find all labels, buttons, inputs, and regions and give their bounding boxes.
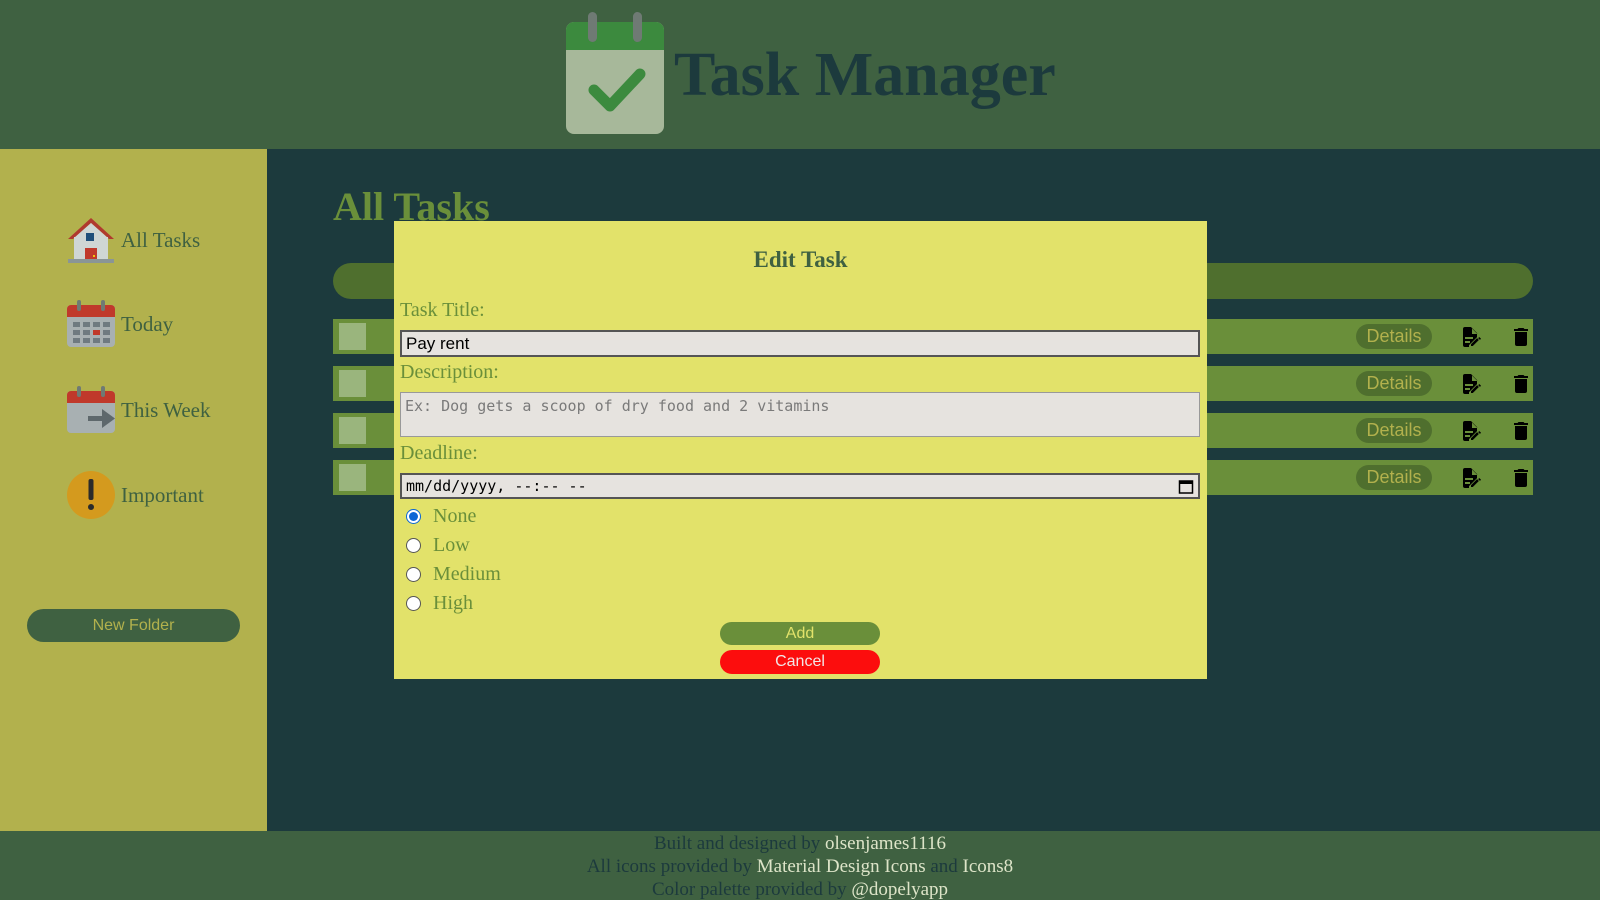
- details-button[interactable]: Details: [1356, 371, 1432, 396]
- priority-option-none[interactable]: None: [406, 503, 476, 529]
- sidebar-item-today[interactable]: Today: [66, 299, 173, 349]
- new-folder-button[interactable]: New Folder: [27, 609, 240, 642]
- details-button[interactable]: Details: [1356, 465, 1432, 490]
- sidebar-item-label: Today: [121, 311, 174, 336]
- footer: Built and designed by olsenjames1116 All…: [0, 831, 1600, 900]
- palette-link[interactable]: @dopelyapp: [851, 879, 948, 900]
- radio-label: None: [433, 504, 477, 527]
- modal-title: Edit Task: [753, 247, 848, 272]
- radio-button[interactable]: [406, 566, 421, 582]
- calendar-arrow-icon: [67, 386, 115, 433]
- author-link[interactable]: olsenjames1116: [825, 833, 946, 854]
- footer-text: Color palette provided by: [651, 879, 852, 900]
- deadline-placeholder: mm/dd/yyyy, --:-- --: [406, 477, 587, 495]
- edit-icon[interactable]: [1459, 466, 1483, 490]
- footer-credit-line: Built and designed by olsenjames1116: [0, 832, 1600, 855]
- radio-label: Medium: [433, 562, 501, 585]
- calendar-picker-icon[interactable]: [1178, 478, 1194, 494]
- footer-icons-line: All icons provided by Material Design Ic…: [0, 855, 1600, 878]
- sidebar-item-label: This Week: [121, 397, 211, 422]
- radio-button[interactable]: [406, 508, 421, 524]
- footer-text: Built and designed by: [654, 833, 825, 854]
- add-button[interactable]: Add: [720, 622, 880, 645]
- sidebar-item-important[interactable]: Important: [66, 470, 204, 520]
- task-title-label: Task Title:: [400, 299, 485, 321]
- calendar-check-icon: [566, 12, 664, 134]
- radio-button[interactable]: [406, 595, 421, 611]
- radio-label: Low: [433, 533, 470, 556]
- trash-icon[interactable]: [1509, 466, 1533, 490]
- radio-button[interactable]: [406, 537, 421, 553]
- task-title-input[interactable]: Pay rent: [400, 330, 1200, 357]
- sidebar: All Tasks Today This Week Important New …: [0, 149, 267, 831]
- details-button[interactable]: Details: [1356, 324, 1432, 349]
- calendar-today-icon: [67, 300, 115, 347]
- edit-icon[interactable]: [1459, 419, 1483, 443]
- sidebar-item-label: Important: [121, 482, 204, 507]
- description-label: Description:: [400, 361, 499, 383]
- footer-text: and: [925, 856, 963, 877]
- task-checkbox[interactable]: [339, 370, 366, 397]
- deadline-label: Deadline:: [400, 442, 478, 464]
- footer-text: All icons provided by: [586, 856, 757, 877]
- priority-option-high[interactable]: High: [406, 590, 473, 616]
- radio-label: High: [433, 591, 473, 614]
- cancel-button[interactable]: Cancel: [720, 650, 880, 674]
- trash-icon[interactable]: [1509, 419, 1533, 443]
- trash-icon[interactable]: [1509, 325, 1533, 349]
- exclamation-icon: [67, 471, 115, 519]
- task-checkbox[interactable]: [339, 464, 366, 491]
- edit-icon[interactable]: [1459, 325, 1483, 349]
- footer-palette-line: Color palette provided by @dopelyapp: [0, 878, 1600, 900]
- deadline-input[interactable]: mm/dd/yyyy, --:-- --: [400, 473, 1200, 499]
- trash-icon[interactable]: [1509, 372, 1533, 396]
- details-button[interactable]: Details: [1356, 418, 1432, 443]
- app-title: Task Manager: [674, 41, 1056, 109]
- priority-option-low[interactable]: Low: [406, 532, 470, 558]
- house-icon: [68, 218, 114, 263]
- task-checkbox[interactable]: [339, 323, 366, 350]
- material-icons-link[interactable]: Material Design Icons: [757, 856, 926, 877]
- edit-task-modal: Edit Task Task Title: Pay rent Descripti…: [394, 221, 1207, 679]
- priority-option-medium[interactable]: Medium: [406, 561, 501, 587]
- task-checkbox[interactable]: [339, 417, 366, 444]
- app-header: Task Manager: [0, 0, 1600, 149]
- edit-icon[interactable]: [1459, 372, 1483, 396]
- description-textarea[interactable]: Ex: Dog gets a scoop of dry food and 2 v…: [400, 392, 1200, 437]
- icons8-link[interactable]: Icons8: [963, 856, 1014, 877]
- sidebar-item-label: All Tasks: [121, 227, 201, 252]
- sidebar-item-this-week[interactable]: This Week: [66, 385, 211, 435]
- sidebar-item-all-tasks[interactable]: All Tasks: [66, 215, 200, 265]
